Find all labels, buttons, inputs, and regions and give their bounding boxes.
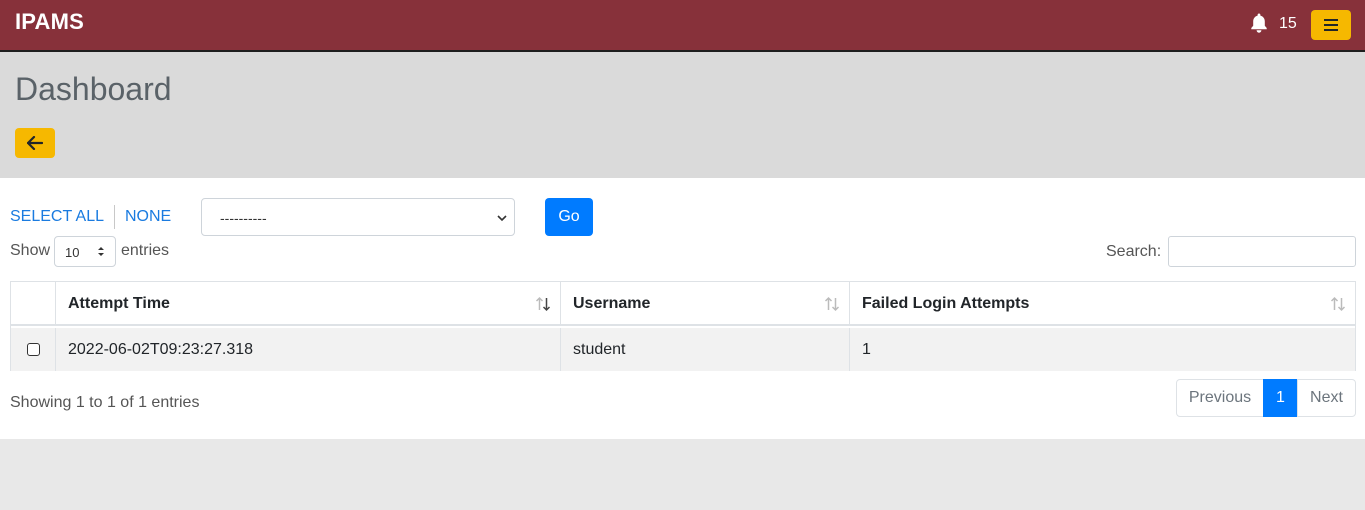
- show-label: Show: [10, 242, 51, 259]
- header-attempt-time[interactable]: Attempt Time: [56, 282, 561, 324]
- page-length-select[interactable]: 10: [54, 236, 116, 267]
- attempt-time-cell: 2022-06-02T09:23:27.318: [56, 328, 561, 371]
- entries-label: entries: [121, 242, 170, 259]
- failed-logins-table: Attempt Time Username Failed Login Attem…: [10, 281, 1356, 371]
- table-row: 2022-06-02T09:23:27.318 student 1: [11, 328, 1355, 371]
- row-select-cell: [11, 328, 56, 371]
- bell-icon[interactable]: [1249, 12, 1269, 34]
- table-info: Showing 1 to 1 of 1 entries: [10, 394, 200, 411]
- arrow-left-icon: [27, 136, 43, 150]
- menu-toggle-button[interactable]: [1311, 10, 1351, 40]
- header-label: Failed Login Attempts: [862, 295, 1030, 312]
- select-none-link[interactable]: NONE: [125, 208, 171, 226]
- back-button[interactable]: [15, 128, 55, 158]
- brand-logo[interactable]: IPAMS: [15, 9, 84, 35]
- page-title: Dashboard: [15, 71, 172, 107]
- hamburger-menu-icon: [1324, 19, 1338, 21]
- previous-page-button[interactable]: Previous: [1176, 379, 1264, 417]
- main-content: SELECT ALL NONE ---------- Go Show 10 en…: [0, 178, 1365, 439]
- bulk-action-select[interactable]: ----------: [201, 198, 515, 236]
- table-header-row: Attempt Time Username Failed Login Attem…: [11, 282, 1355, 326]
- page-header: Dashboard: [0, 52, 1365, 178]
- sort-icon: [535, 296, 551, 312]
- page-1-button[interactable]: 1: [1263, 379, 1298, 417]
- next-page-button[interactable]: Next: [1297, 379, 1356, 417]
- failed-attempts-cell: 1: [850, 328, 1355, 371]
- go-button[interactable]: Go: [545, 198, 593, 236]
- notification-count: 15: [1279, 15, 1297, 32]
- sort-stepper-icon: [98, 247, 104, 256]
- hamburger-menu-icon-bar: [1324, 29, 1338, 31]
- top-navbar: IPAMS 15: [0, 0, 1365, 52]
- sort-icon: [824, 296, 840, 312]
- hamburger-menu-icon-bar: [1324, 24, 1338, 26]
- sort-icon: [1330, 296, 1346, 312]
- search-label: Search:: [1106, 243, 1162, 260]
- bulk-action-value: ----------: [220, 210, 267, 226]
- failed-attempts-value: 1: [862, 341, 871, 358]
- row-checkbox[interactable]: [27, 343, 40, 356]
- attempt-time-value: 2022-06-02T09:23:27.318: [68, 341, 254, 358]
- header-select-column: [11, 282, 56, 324]
- divider: [114, 205, 115, 229]
- page-length-value: 10: [65, 245, 80, 260]
- username-cell: student: [561, 328, 850, 371]
- select-all-link[interactable]: SELECT ALL: [10, 208, 104, 226]
- header-username[interactable]: Username: [561, 282, 850, 324]
- header-label: Username: [573, 295, 651, 312]
- header-label: Attempt Time: [68, 295, 170, 312]
- header-failed-attempts[interactable]: Failed Login Attempts: [850, 282, 1355, 324]
- chevron-down-icon: [497, 215, 507, 222]
- search-input[interactable]: [1168, 236, 1356, 267]
- username-value: student: [573, 341, 626, 358]
